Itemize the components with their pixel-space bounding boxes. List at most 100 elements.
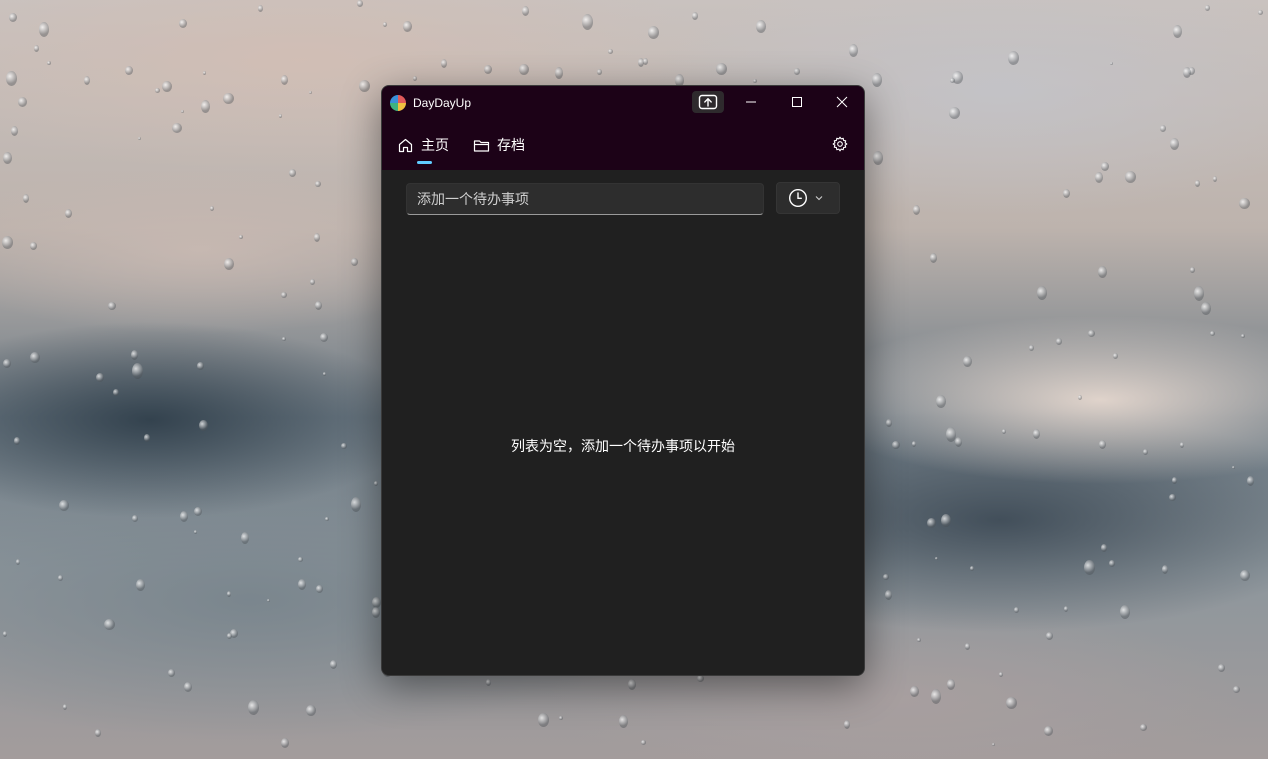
rain-drop <box>144 434 150 442</box>
close-icon <box>836 96 848 108</box>
rain-drop <box>11 126 18 136</box>
rain-drop <box>936 395 946 408</box>
rain-drop <box>641 740 646 745</box>
settings-button[interactable] <box>831 135 849 153</box>
rain-drop <box>992 743 995 746</box>
rain-drop <box>30 242 37 250</box>
rain-drop <box>619 715 628 728</box>
maximize-button[interactable] <box>774 86 820 118</box>
rain-drop <box>1002 429 1006 434</box>
main-content: 列表为空，添加一个待办事项以开始 <box>382 170 864 675</box>
rain-drop <box>643 58 648 65</box>
rain-drop <box>241 532 249 544</box>
rain-drop <box>522 6 529 16</box>
rain-drop <box>844 720 850 729</box>
rain-drop <box>341 443 347 449</box>
add-todo-input[interactable] <box>406 183 764 215</box>
rain-drop <box>279 114 282 118</box>
rain-drop <box>194 530 197 534</box>
rain-drop <box>6 71 17 86</box>
rain-drop <box>65 209 72 218</box>
rain-drop <box>950 78 955 83</box>
rain-drop <box>582 14 593 30</box>
rain-drop <box>248 700 259 715</box>
rain-drop <box>1046 632 1053 640</box>
rain-drop <box>59 500 69 511</box>
rain-drop <box>486 679 491 686</box>
rain-drop <box>1233 686 1240 693</box>
upload-icon <box>698 94 718 110</box>
rain-drop <box>1160 125 1166 132</box>
rain-drop <box>912 441 916 447</box>
rain-drop <box>970 566 974 571</box>
tab-archive[interactable]: 存档 <box>473 134 525 156</box>
rain-drop <box>179 19 187 28</box>
rain-drop <box>1247 476 1254 486</box>
rain-drop <box>1044 726 1053 736</box>
rain-drop <box>201 100 210 113</box>
rain-drop <box>1180 442 1184 448</box>
rain-drop <box>3 631 7 637</box>
rain-drop <box>1099 440 1106 449</box>
rain-drop <box>1173 25 1182 38</box>
rain-drop <box>1056 338 1062 345</box>
rain-drop <box>873 151 883 165</box>
rain-drop <box>648 26 659 39</box>
rain-drop <box>95 729 101 737</box>
rain-drop <box>125 66 133 75</box>
rain-drop <box>1101 162 1109 171</box>
rain-drop <box>886 419 892 427</box>
rain-drop <box>1029 345 1034 351</box>
rain-drop <box>1205 5 1210 11</box>
rain-drop <box>258 5 263 12</box>
rain-drop <box>1037 286 1047 300</box>
rain-drop <box>315 301 322 310</box>
rain-drop <box>168 669 175 677</box>
rain-drop <box>104 619 115 630</box>
rain-drop <box>941 514 951 527</box>
rain-drop <box>753 79 757 83</box>
rain-drop <box>1194 286 1204 301</box>
rain-drop <box>608 49 613 54</box>
close-button[interactable] <box>819 86 864 118</box>
reminder-time-dropdown[interactable] <box>776 182 840 214</box>
rain-drop <box>917 638 921 642</box>
rain-drop <box>1006 697 1017 709</box>
rain-drop <box>23 194 29 203</box>
rain-drop <box>628 679 636 690</box>
pin-window-button[interactable] <box>692 91 724 113</box>
rain-drop <box>1258 10 1263 15</box>
minimize-icon <box>746 101 756 103</box>
rain-drop <box>794 68 800 75</box>
minimize-button[interactable] <box>728 86 774 118</box>
rain-drop <box>267 599 270 602</box>
rain-drop <box>1084 560 1095 575</box>
rain-drop <box>323 372 326 376</box>
rain-drop <box>184 682 192 692</box>
rain-drop <box>239 235 243 239</box>
rain-drop <box>223 93 234 104</box>
tab-home[interactable]: 主页 <box>397 134 449 156</box>
rain-drop <box>963 356 972 367</box>
rain-drop <box>314 233 320 242</box>
gear-icon <box>832 136 848 152</box>
rain-drop <box>374 481 378 486</box>
rain-drop <box>1190 267 1195 273</box>
rain-drop <box>559 716 563 720</box>
rain-drop <box>1063 189 1070 198</box>
rain-drop <box>2 236 13 249</box>
rain-drop <box>1169 494 1176 501</box>
rain-drop <box>872 73 882 87</box>
rain-drop <box>849 44 858 57</box>
rain-drop <box>999 672 1003 677</box>
rain-drop <box>1110 62 1113 65</box>
rain-drop <box>692 12 698 20</box>
rain-drop <box>181 110 184 113</box>
rain-drop <box>359 80 370 92</box>
rain-drop <box>1014 607 1019 613</box>
rain-drop <box>519 64 529 75</box>
rain-drop <box>162 81 172 92</box>
rain-drop <box>357 0 363 7</box>
rain-drop <box>1008 51 1019 65</box>
rain-drop <box>1078 395 1082 400</box>
